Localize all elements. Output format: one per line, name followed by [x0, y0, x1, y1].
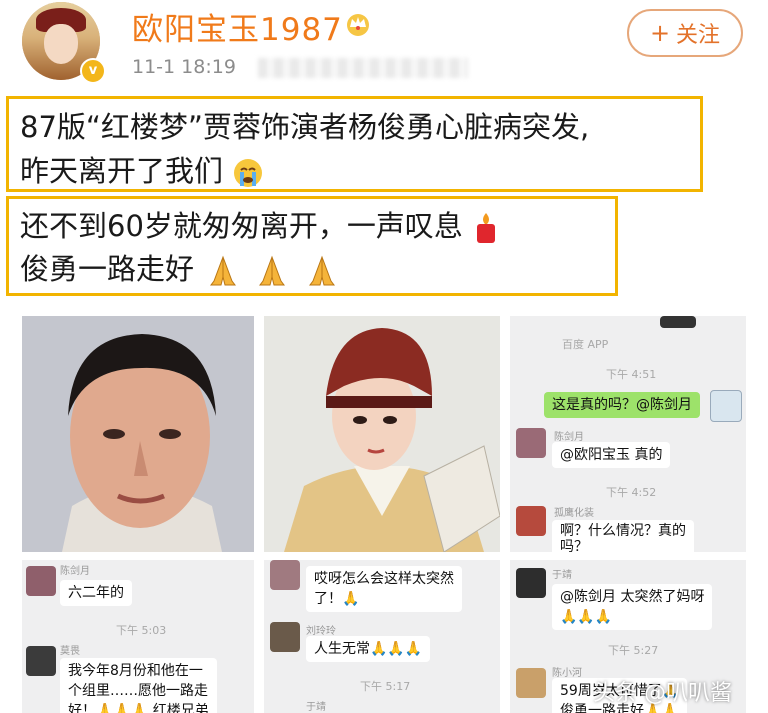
verified-badge-icon: v [80, 58, 106, 84]
watermark: 头条 @叭叭酱 [593, 681, 732, 706]
post-line-4-wrap: 俊勇一路走好 [20, 246, 342, 288]
chat-bubble-incoming: @欧阳宝玉 真的 [552, 442, 671, 468]
candle-icon [477, 213, 496, 243]
avatar [270, 622, 300, 652]
avatar [516, 428, 546, 458]
chat-caption: 百度 APP [562, 338, 609, 351]
photo-actor-modern[interactable] [22, 316, 254, 552]
chat-bubble-incoming: 啊？什么情况？真的 吗？ [552, 520, 694, 552]
post-time: 11-1 18:19 [132, 56, 236, 78]
post-line-4: 俊勇一路走好 [20, 252, 195, 286]
chat-bubble-incoming: 哎呀怎么会这样太突然 了！🙏 [306, 566, 462, 612]
post-header: v 欧阳宝玉1987 11-1 18:19 + 关注 [0, 0, 768, 90]
chat-screenshot-4[interactable]: 于靖 @陈剑月 太突然了妈呀 🙏🙏🙏 下午 5:27 陈小河 59周岁太可惜了🙏… [510, 560, 746, 713]
chat-time: 下午 4:52 [606, 486, 657, 499]
praying-hands-icon [210, 255, 237, 286]
blurred-source [258, 58, 468, 78]
post-line-3-wrap: 还不到60岁就匆匆离开，一声叹息 [20, 203, 500, 245]
post-line-2-wrap: 昨天离开了我们 [20, 148, 264, 190]
costume-portrait-illustration [264, 316, 500, 552]
username[interactable]: 欧阳宝玉1987 [132, 4, 343, 49]
crown-icon [347, 14, 369, 36]
chat-sender-name: 孤鹰化装 [554, 508, 594, 519]
chat-sender-name: 陈剑月 [60, 566, 90, 577]
praying-hands-icon [259, 255, 286, 286]
chat-bubble-line: @陈剑月 太突然了妈呀 [560, 589, 705, 605]
chat-screenshot-1[interactable]: 百度 APP 下午 4:51 这是真的吗？@陈剑月 陈剑月 @欧阳宝玉 真的 下… [510, 316, 746, 552]
chat-bubble-line: 好！🙏🙏🙏 红楼兄弟 [68, 703, 209, 713]
avatar [660, 316, 696, 328]
portrait-illustration [22, 316, 254, 552]
chat-time: 下午 5:27 [608, 644, 659, 657]
chat-bubble-incoming: 人生无常🙏🙏🙏 [306, 636, 431, 662]
chat-sender-name: 于靖 [306, 702, 326, 713]
chat-screenshot-2[interactable]: 陈剑月 六二年的 下午 5:03 莫畏 我今年8月份和他在一 个组里……愿他一路… [22, 560, 254, 713]
avatar [516, 506, 546, 536]
chat-bubble-incoming: 我今年8月份和他在一 个组里……愿他一路走 好！🙏🙏🙏 红楼兄弟 [60, 658, 217, 713]
follow-button[interactable]: + 关注 [627, 9, 743, 57]
chat-sender-name: 陈剑月 [554, 432, 584, 443]
chat-screenshot-3[interactable]: 哎呀怎么会这样太突然 了！🙏 刘玲玲 人生无常🙏🙏🙏 下午 5:17 于靖 [264, 560, 500, 713]
avatar [26, 566, 56, 596]
photo-actor-costume[interactable] [264, 316, 500, 552]
chat-sender-name: 莫畏 [60, 646, 80, 657]
chat-bubble-outgoing: 这是真的吗？@陈剑月 [544, 392, 700, 418]
chat-bubble-line: 哎呀怎么会这样太突然 [314, 571, 454, 587]
avatar [516, 668, 546, 698]
follow-label: 关注 [676, 23, 721, 48]
chat-bubble-incoming: @陈剑月 太突然了妈呀 🙏🙏🙏 [552, 584, 713, 630]
praying-hands-icon [308, 255, 335, 286]
post-line-3: 还不到60岁就匆匆离开，一声叹息 [20, 209, 463, 243]
chat-time: 下午 5:03 [116, 624, 167, 637]
avatar [516, 568, 546, 598]
chat-bubble-incoming: 六二年的 [60, 580, 132, 606]
chat-sender-name: 刘玲玲 [306, 626, 336, 637]
chat-time: 下午 4:51 [606, 368, 657, 381]
plus-icon: + [649, 19, 671, 47]
chat-time: 下午 5:17 [360, 680, 411, 693]
chat-bubble-line: 吗？ [560, 539, 588, 552]
chat-bubble-line: 个组里……愿他一路走 [68, 683, 208, 699]
chat-bubble-line: 啊？什么情况？真的 [560, 523, 686, 539]
avatar [710, 390, 742, 422]
chat-bubble-line: 🙏🙏🙏 [560, 609, 613, 625]
avatar [26, 646, 56, 676]
chat-sender-name: 于靖 [552, 570, 572, 581]
chat-sender-name: 陈小河 [552, 668, 582, 679]
avatar [270, 560, 300, 590]
post-line-1: 87版“红楼梦”贾蓉饰演者杨俊勇心脏病突发, [20, 110, 590, 144]
chat-bubble-line: 了！🙏 [314, 591, 360, 607]
chat-bubble-line: 我今年8月份和他在一 [68, 663, 203, 679]
post-line-2: 昨天离开了我们 [20, 154, 224, 188]
crying-face-icon [234, 159, 263, 187]
